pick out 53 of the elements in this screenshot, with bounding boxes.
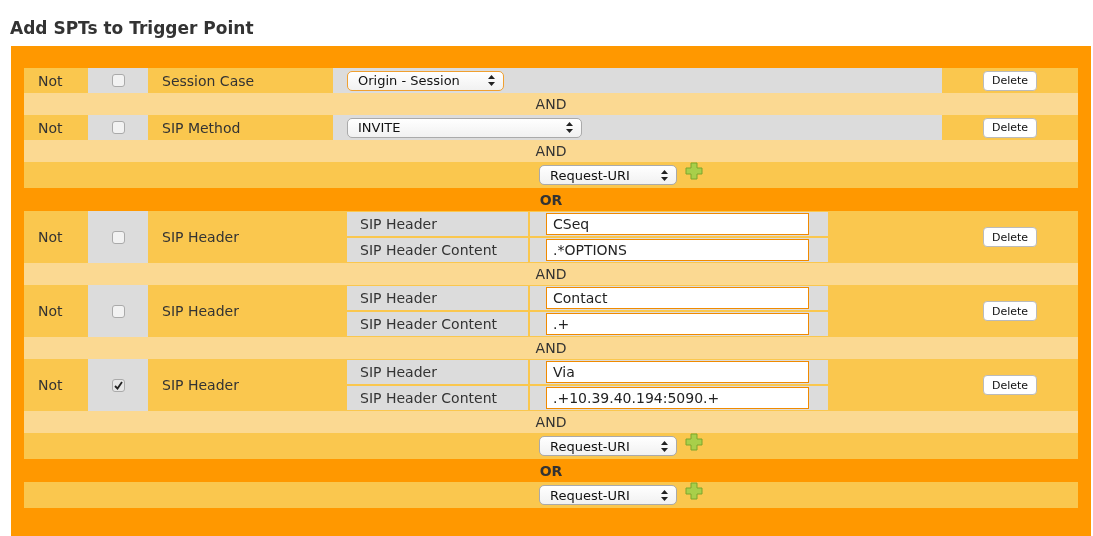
and-label: AND <box>535 340 567 356</box>
dropdown[interactable]: Request-URI <box>539 165 677 185</box>
delete-button[interactable]: Delete <box>982 375 1038 395</box>
not-label: Not <box>38 303 63 319</box>
add-icon[interactable] <box>685 482 703 500</box>
delete-button[interactable]: Delete <box>982 301 1038 321</box>
spt-type: SIP Header <box>162 229 239 245</box>
checkbox[interactable] <box>111 378 125 392</box>
not-label: Not <box>38 377 63 393</box>
and-label: AND <box>535 96 567 112</box>
and-label: AND <box>535 266 567 282</box>
not-label: Not <box>38 119 63 136</box>
dropdown[interactable]: Request-URI <box>539 436 677 456</box>
caret-icon <box>566 122 573 133</box>
spt-type: SIP Method <box>162 119 241 136</box>
and-label: AND <box>535 414 567 430</box>
delete-button[interactable]: Delete <box>982 70 1038 91</box>
not-label: Not <box>38 72 63 89</box>
caret-icon <box>661 489 668 501</box>
checkbox[interactable] <box>111 230 125 244</box>
field-label: SIP Header <box>360 216 437 232</box>
field-label: SIP Header <box>360 364 437 380</box>
field-label: SIP Header Content <box>360 242 497 258</box>
checkbox[interactable] <box>111 74 125 87</box>
caret-icon <box>661 169 668 181</box>
field-label: SIP Header <box>360 290 437 306</box>
field-label: SIP Header Content <box>360 316 497 332</box>
caret-icon <box>488 75 495 86</box>
checkbox[interactable] <box>111 304 125 318</box>
caret-icon <box>661 440 668 452</box>
spt-type: SIP Header <box>162 303 239 319</box>
or-label: OR <box>539 462 563 479</box>
input-field[interactable]: .+10.39.40.194:5090.+ <box>546 387 809 409</box>
spt-type: Session Case <box>162 72 255 89</box>
dropdown[interactable]: INVITE <box>347 117 582 138</box>
dropdown[interactable]: Origin - Session <box>347 70 504 91</box>
input-field[interactable]: .+ <box>546 313 809 335</box>
input-field[interactable]: .*OPTIONS <box>546 239 809 261</box>
input-field[interactable]: CSeq <box>546 213 809 235</box>
page-title: Add SPTs to Trigger Point <box>10 18 255 40</box>
not-label: Not <box>38 229 63 245</box>
and-label: AND <box>535 143 567 159</box>
dropdown[interactable]: Request-URI <box>539 485 677 505</box>
input-field[interactable]: Contact <box>546 287 809 309</box>
field-label: SIP Header Content <box>360 390 497 406</box>
spt-type: SIP Header <box>162 377 239 393</box>
delete-button[interactable]: Delete <box>982 117 1038 138</box>
add-icon[interactable] <box>685 162 703 180</box>
or-label: OR <box>539 191 563 208</box>
checkbox[interactable] <box>111 121 125 134</box>
delete-button[interactable]: Delete <box>982 227 1038 247</box>
input-field[interactable]: Via <box>546 361 809 383</box>
add-icon[interactable] <box>685 433 703 451</box>
